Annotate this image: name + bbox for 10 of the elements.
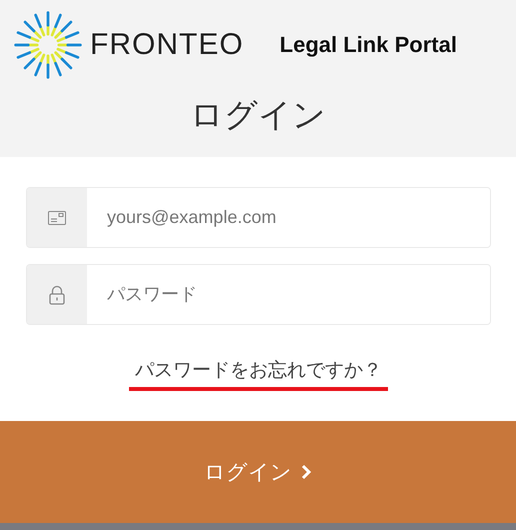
password-field[interactable]: パスワード <box>26 264 491 325</box>
forgot-password-link[interactable]: パスワードをお忘れですか？ <box>129 357 388 391</box>
brand-name: FRONTEO <box>90 28 244 62</box>
envelope-icon <box>48 210 66 224</box>
starburst-logo-icon <box>12 9 84 81</box>
chevron-right-icon <box>300 463 312 481</box>
product-name: Legal Link Portal <box>280 32 457 58</box>
page-title: ログイン <box>189 94 327 136</box>
lock-icon <box>49 284 65 304</box>
email-field[interactable]: yours@example.com <box>26 187 491 248</box>
